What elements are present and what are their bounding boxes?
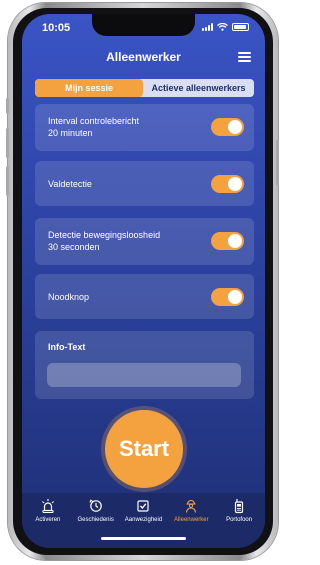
noodknop-toggle[interactable]: [211, 288, 244, 306]
toggle-knob: [228, 120, 242, 134]
setting-card-interval: Interval controlebericht 20 minuten: [35, 104, 254, 151]
walkie-talkie-icon: [234, 499, 244, 514]
toggle-knob: [228, 290, 242, 304]
setting-title: Valdetectie: [48, 179, 92, 189]
page-title: Alleenwerker: [106, 50, 181, 64]
status-time: 10:05: [42, 22, 71, 34]
setting-label: Noodknop: [48, 291, 89, 303]
checkbox-icon: [137, 500, 150, 512]
tab-label: Activeren: [35, 517, 61, 523]
setting-value: 30 seconden: [48, 242, 100, 252]
tab-actieve-alleenwerkers[interactable]: Actieve alleenwerkers: [143, 79, 254, 97]
toggle-knob: [228, 177, 242, 191]
setting-card-valdetectie: Valdetectie: [35, 161, 254, 206]
home-indicator: [101, 537, 186, 540]
setting-title: Interval controlebericht: [48, 116, 140, 126]
tab-label: Aanwezigheid: [124, 517, 163, 523]
app-screen: 10:05 Alleenwerker Mijn sessie Actieve a…: [22, 14, 265, 548]
setting-card-noodknop: Noodknop: [35, 274, 254, 319]
alarm-light-icon: [42, 499, 54, 514]
interval-toggle[interactable]: [211, 118, 244, 136]
setting-card-bewegingsloosheid: Detectie bewegingsloosheid 30 seconden: [35, 218, 254, 265]
status-icons: [202, 23, 249, 31]
notch: [92, 14, 195, 36]
start-button[interactable]: Start: [105, 410, 183, 488]
wifi-icon: [217, 23, 228, 31]
power-button: [276, 140, 279, 186]
history-clock-icon: [89, 499, 102, 512]
setting-title: Detectie bewegingsloosheid: [48, 230, 161, 240]
setting-label: Valdetectie: [48, 178, 92, 190]
tab-activeren[interactable]: Activeren: [25, 493, 71, 548]
session-segmented-control: Mijn sessie Actieve alleenwerkers: [35, 79, 254, 97]
info-text-card: Info-Text: [35, 331, 254, 399]
tab-label: Alleenwerker: [173, 517, 209, 523]
info-text-input[interactable]: [47, 363, 241, 387]
tab-label: Geschiedenis: [77, 517, 114, 523]
worker-icon: [186, 499, 197, 513]
signal-icon: [202, 23, 213, 31]
tab-mijn-sessie[interactable]: Mijn sessie: [35, 79, 143, 97]
info-text-title: Info-Text: [48, 342, 86, 352]
toggle-knob: [228, 234, 242, 248]
bewegingsloosheid-toggle[interactable]: [211, 232, 244, 250]
setting-label: Detectie bewegingsloosheid 30 seconden: [48, 229, 160, 253]
tab-label: Portofoon: [226, 517, 253, 523]
setting-label: Interval controlebericht 20 minuten: [48, 115, 139, 139]
setting-value: 20 minuten: [48, 128, 93, 138]
valdetectie-toggle[interactable]: [211, 175, 244, 193]
volume-up-button: [6, 128, 9, 158]
hamburger-menu-icon[interactable]: [238, 52, 251, 62]
battery-icon: [232, 23, 249, 31]
tab-portofoon[interactable]: Portofoon: [216, 493, 262, 548]
volume-down-button: [6, 166, 9, 196]
setting-title: Noodknop: [48, 292, 90, 302]
mute-switch: [6, 98, 9, 114]
